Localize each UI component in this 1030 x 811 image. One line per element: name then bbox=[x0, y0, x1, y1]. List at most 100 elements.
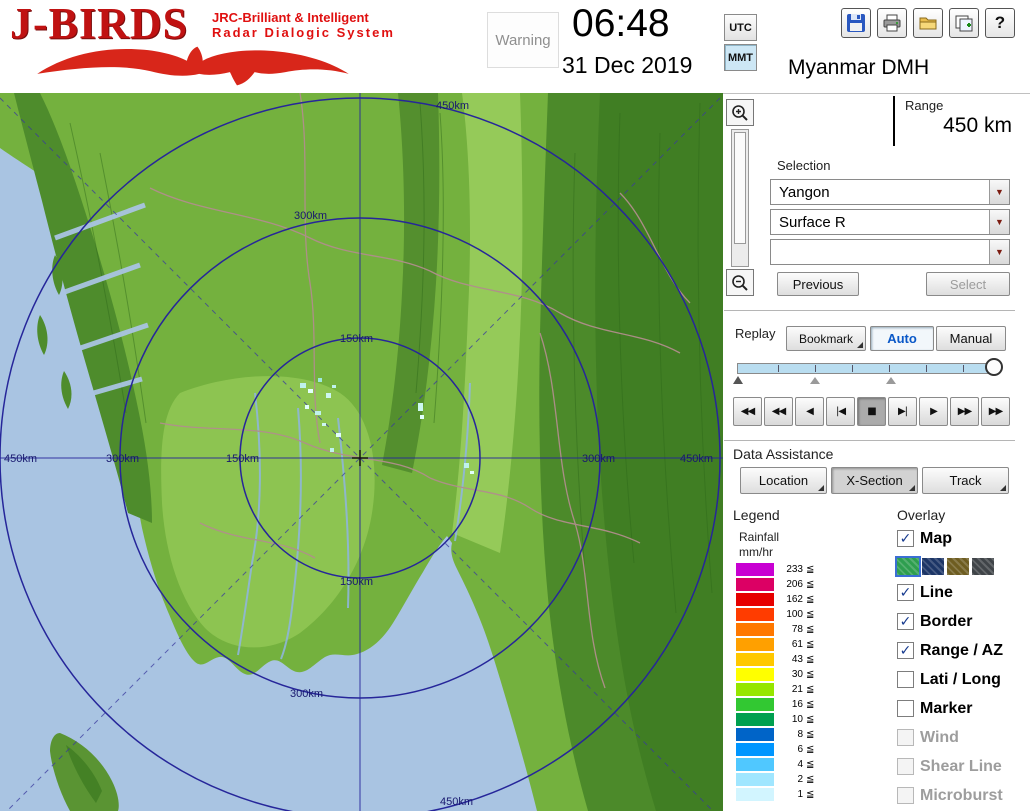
legend-color-swatch bbox=[736, 743, 774, 756]
skip-to-end-button[interactable]: ▶▶ bbox=[981, 397, 1010, 426]
legend-value: 100 bbox=[779, 609, 803, 620]
product-dropdown-value: Surface R bbox=[771, 214, 989, 231]
legend-value: 4 bbox=[779, 759, 803, 770]
timeline-handle[interactable] bbox=[985, 358, 1003, 376]
legend-lte-symbol: ≦ bbox=[806, 699, 814, 710]
open-folder-icon bbox=[918, 13, 938, 33]
eagle-logo-icon bbox=[8, 44, 378, 88]
legend-lte-symbol: ≦ bbox=[806, 669, 814, 680]
select-button[interactable]: Select bbox=[926, 272, 1010, 296]
overlay-item-shear-line: Shear Line bbox=[897, 757, 1002, 776]
map-color-swatch-olive[interactable] bbox=[947, 558, 969, 575]
bookmark-button[interactable]: Bookmark bbox=[786, 326, 866, 351]
wind-checkbox bbox=[897, 729, 914, 746]
open-file-button[interactable] bbox=[913, 8, 943, 38]
overlay-label: Overlay bbox=[897, 507, 945, 523]
print-button[interactable] bbox=[877, 8, 907, 38]
legend-row: 100≦ bbox=[736, 607, 814, 622]
legend-lte-symbol: ≦ bbox=[806, 714, 814, 725]
site-dropdown[interactable]: Yangon ▼ bbox=[770, 179, 1010, 205]
dropdown-arrow-icon[interactable]: ▼ bbox=[989, 240, 1009, 264]
legend-scale: 233≦ 206≦ 162≦ 100≦ 78≦ 61≦ 43≦ 30≦ 21≦ … bbox=[736, 562, 814, 802]
legend-row: 8≦ bbox=[736, 727, 814, 742]
border-checkbox[interactable] bbox=[897, 613, 914, 630]
section-separator bbox=[724, 440, 1015, 444]
legend-row: 43≦ bbox=[736, 652, 814, 667]
help-icon: ? bbox=[995, 13, 1005, 33]
save-button[interactable] bbox=[841, 8, 871, 38]
step-forward-button[interactable]: ▶| bbox=[888, 397, 917, 426]
legend-color-swatch bbox=[736, 563, 774, 576]
ring-label: 450km bbox=[440, 796, 473, 808]
legend-value: 162 bbox=[779, 594, 803, 605]
range-az-checkbox[interactable] bbox=[897, 642, 914, 659]
track-button-label: Track bbox=[949, 473, 981, 488]
play-button[interactable]: ▶ bbox=[919, 397, 948, 426]
legend-lte-symbol: ≦ bbox=[806, 759, 814, 770]
skip-to-start-button[interactable]: ◀◀ bbox=[733, 397, 762, 426]
fast-forward-button[interactable]: ▶▶ bbox=[950, 397, 979, 426]
legend-color-swatch bbox=[736, 758, 774, 771]
mmt-toggle-button[interactable]: MMT bbox=[724, 44, 757, 71]
range-value: 450 km bbox=[893, 114, 1012, 138]
replay-timeline-slider[interactable] bbox=[737, 363, 999, 374]
auto-mode-button[interactable]: Auto bbox=[870, 326, 934, 351]
overlay-item-marker[interactable]: Marker bbox=[897, 699, 972, 718]
help-button[interactable]: ? bbox=[985, 8, 1015, 38]
previous-button[interactable]: Previous bbox=[777, 272, 859, 296]
track-button[interactable]: Track bbox=[922, 467, 1009, 494]
zoom-slider[interactable] bbox=[731, 129, 749, 267]
overlay-item-line[interactable]: Line bbox=[897, 583, 953, 602]
zoom-out-button[interactable] bbox=[726, 269, 754, 296]
timeline-marker-icon bbox=[810, 377, 820, 384]
stop-button[interactable]: ■ bbox=[857, 397, 886, 426]
legend-row: 4≦ bbox=[736, 757, 814, 772]
export-image-button[interactable] bbox=[949, 8, 979, 38]
marker-checkbox[interactable] bbox=[897, 700, 914, 717]
manual-mode-button[interactable]: Manual bbox=[936, 326, 1006, 351]
legend-color-swatch bbox=[736, 578, 774, 591]
overlay-item-border[interactable]: Border bbox=[897, 612, 972, 631]
lati-long-checkbox[interactable] bbox=[897, 671, 914, 688]
overlay-item-range-az[interactable]: Range / AZ bbox=[897, 641, 1003, 660]
export-image-icon bbox=[954, 13, 974, 33]
timeline-tick bbox=[889, 365, 890, 372]
overlay-item-lati-long[interactable]: Lati / Long bbox=[897, 670, 1001, 689]
legend-row: 30≦ bbox=[736, 667, 814, 682]
line-checkbox[interactable] bbox=[897, 584, 914, 601]
location-button[interactable]: Location bbox=[740, 467, 827, 494]
zoom-in-button[interactable] bbox=[726, 99, 754, 126]
legend-color-swatch bbox=[736, 668, 774, 681]
fast-rewind-button[interactable]: ◀◀ bbox=[764, 397, 793, 426]
zoom-slider-thumb[interactable] bbox=[734, 132, 746, 244]
timeline-tick bbox=[778, 365, 779, 372]
map-color-swatch-gray[interactable] bbox=[972, 558, 994, 575]
selection-label: Selection bbox=[777, 158, 830, 173]
bookmark-button-label: Bookmark bbox=[799, 332, 853, 346]
legend-color-swatch bbox=[736, 638, 774, 651]
dropdown-arrow-icon[interactable]: ▼ bbox=[989, 180, 1009, 204]
map-color-swatch-green[interactable] bbox=[897, 558, 919, 575]
station-name: Myanmar DMH bbox=[788, 56, 929, 80]
ring-label: 450km bbox=[680, 453, 713, 465]
legend-row: 6≦ bbox=[736, 742, 814, 757]
legend-lte-symbol: ≦ bbox=[806, 594, 814, 605]
dropdown-arrow-icon[interactable]: ▼ bbox=[989, 210, 1009, 234]
step-back-button[interactable]: |◀ bbox=[826, 397, 855, 426]
legend-row: 162≦ bbox=[736, 592, 814, 607]
legend-lte-symbol: ≦ bbox=[806, 609, 814, 620]
legend-value: 43 bbox=[779, 654, 803, 665]
map-checkbox[interactable] bbox=[897, 530, 914, 547]
legend-color-swatch bbox=[736, 728, 774, 741]
map-color-swatch-navy[interactable] bbox=[922, 558, 944, 575]
xsection-button[interactable]: X-Section bbox=[831, 467, 918, 494]
legend-value: 206 bbox=[779, 579, 803, 590]
overlay-item-map[interactable]: Map bbox=[897, 529, 952, 548]
option-dropdown[interactable]: ▼ bbox=[770, 239, 1010, 265]
legend-lte-symbol: ≦ bbox=[806, 729, 814, 740]
radar-map[interactable]: 450km 300km 150km 450km 300km 150km 300k… bbox=[0, 93, 723, 811]
play-reverse-button[interactable]: ◀ bbox=[795, 397, 824, 426]
utc-toggle-button[interactable]: UTC bbox=[724, 14, 757, 41]
overlay-item-label: Border bbox=[920, 613, 972, 631]
product-dropdown[interactable]: Surface R ▼ bbox=[770, 209, 1010, 235]
